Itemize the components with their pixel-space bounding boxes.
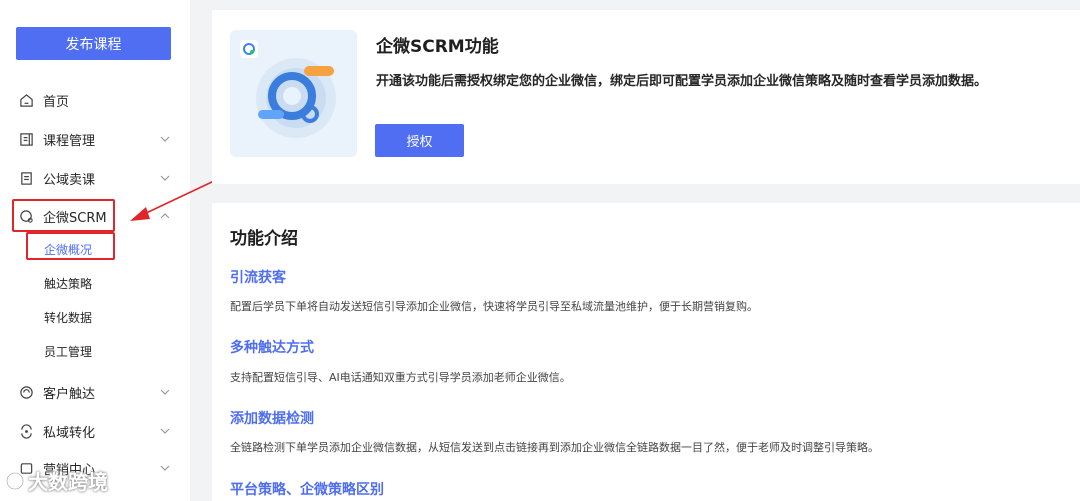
sidebar-item-label: 公域卖课 — [43, 172, 96, 188]
chevron-down-icon — [160, 426, 170, 436]
watermark-logo-icon — [5, 471, 25, 490]
sidebar-item-course[interactable]: 课程管理 — [0, 121, 190, 157]
course-icon — [18, 131, 34, 147]
section-title: 多种触达方式 — [230, 340, 314, 356]
section-description: 配置后学员下单将自动发送短信引导添加企业微信，快速将学员引导至私域流量池维护，便… — [230, 300, 758, 313]
publish-course-button[interactable]: 发布课程 — [16, 27, 171, 60]
home-icon — [18, 92, 34, 108]
feature-title: 企微SCRM功能 — [376, 37, 499, 57]
watermark: 大数跨境 — [4, 466, 108, 495]
chevron-down-icon — [160, 387, 170, 397]
sidebar-item-label: 首页 — [43, 94, 70, 110]
chevron-down-icon — [160, 463, 170, 473]
sidebar-item-home[interactable]: 首页 — [0, 82, 190, 118]
section-description: 全链路检测下单学员添加企业微信数据，从短信发送到点击链接再到添加企业微信全链路数… — [230, 441, 879, 454]
highlight-box-scrm — [12, 199, 115, 232]
sidebar-item-private-convert[interactable]: 私域转化 — [0, 413, 190, 449]
sidebar-subitem-conversion-data[interactable]: 转化数据 — [0, 302, 190, 332]
intro-title: 功能介绍 — [230, 229, 298, 249]
authorize-button[interactable]: 授权 — [375, 124, 464, 157]
watermark-text: 大数跨境 — [28, 470, 108, 494]
sidebar-subitem-label: 触达策略 — [44, 276, 93, 291]
sidebar-subitem-strategy[interactable]: 触达策略 — [0, 268, 190, 298]
section-title: 添加数据检测 — [230, 411, 314, 427]
sidebar-subitem-label: 员工管理 — [44, 344, 93, 359]
convert-icon — [18, 423, 34, 439]
feature-illustration — [230, 30, 357, 157]
sidebar-item-label: 私域转化 — [43, 425, 96, 441]
feature-card: 企微SCRM功能 开通该功能后需授权绑定您的企业微信，绑定后即可配置学员添加企业… — [212, 10, 1080, 184]
feature-description: 开通该功能后需授权绑定您的企业微信，绑定后即可配置学员添加企业微信策略及随时查看… — [376, 74, 988, 89]
chevron-down-icon — [160, 134, 170, 144]
intro-card: 功能介绍 引流获客 配置后学员下单将自动发送短信引导添加企业微信，快速将学员引导… — [212, 203, 1080, 501]
section-title: 平台策略、企微策略区别 — [230, 482, 384, 498]
sidebar-subitem-label: 转化数据 — [44, 310, 93, 325]
clipboard-icon — [18, 170, 34, 186]
sidebar-item-label: 课程管理 — [43, 133, 96, 149]
sidebar-subitem-staff[interactable]: 员工管理 — [0, 336, 190, 366]
section-title: 引流获客 — [230, 270, 286, 286]
sidebar-item-label: 客户触达 — [43, 386, 96, 402]
reach-icon — [18, 384, 34, 400]
section-description: 支持配置短信引导、AI电话通知双重方式引导学员添加老师企业微信。 — [230, 371, 571, 384]
highlight-box-overview — [26, 232, 115, 260]
sidebar-item-reach[interactable]: 客户触达 — [0, 374, 190, 410]
